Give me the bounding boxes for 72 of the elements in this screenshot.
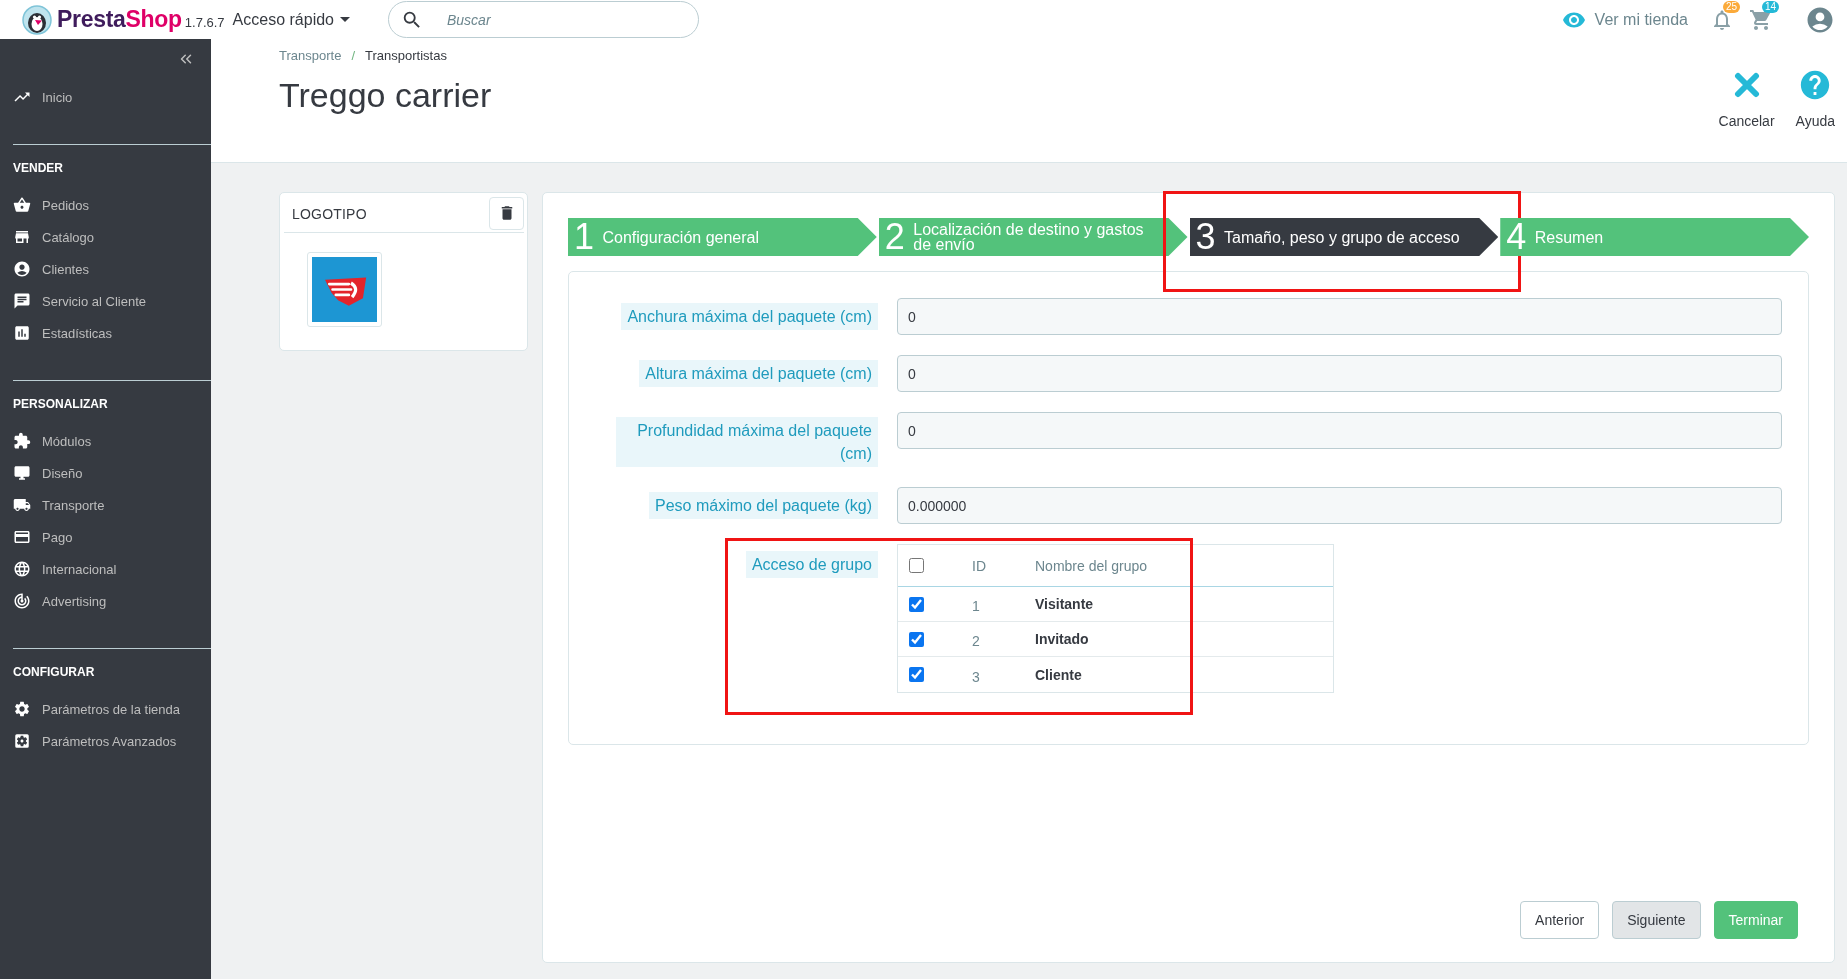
checkbox[interactable] [909, 596, 924, 612]
field-label: Peso máximo del paquete (kg) [649, 492, 878, 519]
count-badge: 25 [1722, 0, 1740, 13]
view-store-link[interactable]: Ver mi tienda [1561, 7, 1688, 32]
column-header: Nombre del grupo [1035, 557, 1148, 574]
sidebar-section-title: CONFIGURAR [12, 664, 96, 680]
field-label: Altura máxima del paquete (cm) [639, 360, 878, 387]
sidebar-item[interactable]: Internacional [0, 553, 211, 585]
sidebar-item[interactable]: Pago [0, 521, 211, 553]
settings-tile-icon [13, 732, 31, 750]
settings-icon [13, 700, 31, 718]
text-input[interactable]: 0 [897, 412, 1782, 449]
text-input[interactable]: 0.000000 [897, 487, 1782, 524]
footer-button[interactable]: Siguiente [1612, 901, 1701, 939]
breadcrumb-link[interactable]: Transportistas [365, 48, 447, 64]
table-cell: 2 [972, 633, 980, 649]
text-input[interactable]: 0 [897, 355, 1782, 392]
search-field[interactable]: Buscar [388, 1, 699, 38]
table-cell: 3 [972, 668, 980, 685]
checkbox[interactable] [909, 558, 924, 573]
checkbox[interactable] [909, 631, 924, 647]
puzzle-icon [13, 432, 31, 450]
sidebar-section-title: PERSONALIZAR [12, 396, 109, 412]
sidebar-item[interactable]: Diseño [0, 457, 211, 489]
sidebar-item[interactable]: Clientes [0, 253, 211, 285]
column-header: ID [972, 557, 986, 574]
toolbar-button[interactable]: Cancelar [1718, 67, 1775, 130]
penguin-icon [22, 4, 52, 35]
bar-chart-icon [13, 324, 31, 342]
sidebar-item[interactable]: Inicio [0, 81, 211, 113]
credit-card-icon [13, 528, 31, 546]
quick-access-menu[interactable]: Acceso rápido [232, 10, 350, 29]
table-cell: Invitado [1035, 631, 1089, 647]
page-title: Treggo carrier [279, 75, 492, 115]
close-icon [1733, 72, 1760, 98]
table-cell: Visitante [1035, 596, 1094, 612]
brand-logo[interactable]: PrestaShop [22, 4, 182, 35]
sidebar-item[interactable]: Módulos [0, 425, 211, 457]
sidebar-item[interactable]: Advertising [0, 585, 211, 617]
table-cell: Cliente [1035, 666, 1082, 683]
version-label: 1.7.6.7 [184, 15, 225, 30]
store-icon [13, 228, 31, 246]
footer-button[interactable]: Anterior [1520, 901, 1600, 939]
globe-icon [13, 560, 31, 578]
table-cell: 1 [972, 598, 980, 614]
caret-icon [340, 17, 350, 22]
text-input[interactable]: 0 [897, 298, 1782, 335]
count-badge: 14 [1761, 0, 1779, 13]
sidebar-item[interactable]: Estadísticas [0, 317, 211, 349]
basket-icon [13, 196, 31, 214]
field-label: Anchura máxima del paquete (cm) [621, 303, 878, 330]
sidebar-item[interactable]: Transporte [0, 489, 211, 521]
card-title: LOGOTIPO [292, 206, 367, 222]
checkbox[interactable] [909, 667, 924, 682]
monitor-icon [13, 464, 31, 482]
toolbar-button[interactable]: Ayuda [1795, 67, 1835, 130]
breadcrumb-link[interactable]: Transporte [279, 48, 342, 64]
wizard-step[interactable]: 3 Tamaño, peso y grupo de acceso [1189, 218, 1499, 256]
target-icon [13, 592, 31, 610]
breadcrumb-separator: / [351, 48, 355, 64]
truck-icon [13, 496, 31, 514]
sidebar-item[interactable]: Catálogo [0, 221, 211, 253]
field-label: Acceso de grupo [745, 551, 878, 578]
sidebar-item[interactable]: Parámetros de la tienda [0, 693, 211, 725]
sidebar-section-title: VENDER [12, 160, 64, 176]
sidebar-item[interactable]: Pedidos [0, 189, 211, 221]
delete-button[interactable] [489, 196, 524, 230]
sidebar-item[interactable]: Servicio al Cliente [0, 285, 211, 317]
field-label: Profundidad máxima del paquete (cm) [616, 417, 878, 467]
search-icon [401, 9, 423, 31]
chat-icon [13, 292, 31, 310]
sidebar-item[interactable]: Parámetros Avanzados [0, 725, 211, 757]
